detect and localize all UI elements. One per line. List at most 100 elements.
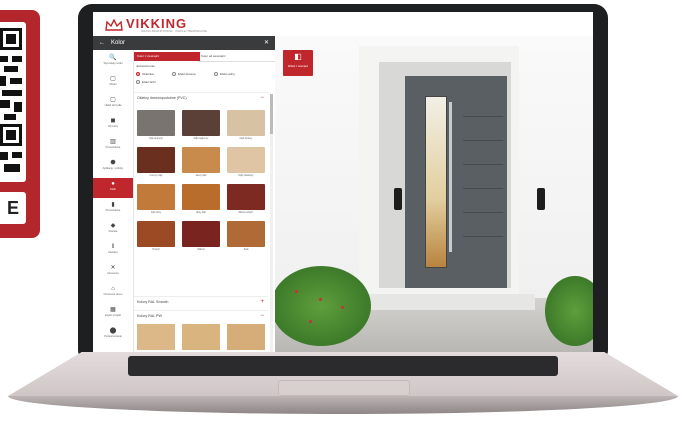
outside-view-button[interactable]: ◧ Widok z zewnątrz (283, 50, 313, 76)
radio-label: Efekt pełny (220, 72, 235, 76)
section-wood-veneers[interactable]: Okleiny drewnopodobne (PVC) − (134, 92, 268, 102)
keyboard (128, 356, 558, 376)
sidebar-icon: ◆ (110, 223, 116, 229)
qr-card: E (0, 10, 40, 238)
sidebar-item[interactable]: ⬣ Aplikacje i ozdoby (93, 157, 133, 177)
swatch-name: Dąb bielony (239, 137, 253, 140)
sidebar-label: Otoczenie domu (103, 293, 123, 296)
swatch-chip[interactable] (227, 110, 265, 136)
sidebar-icon: ▢ (110, 97, 116, 103)
color-swatch[interactable]: Dąb bielony (227, 110, 265, 141)
color-swatch[interactable]: Złoty dąb (182, 184, 220, 215)
swatch-chip[interactable] (182, 147, 220, 173)
color-swatch[interactable] (182, 324, 220, 350)
sidebar-label: Aplikacje i ozdoby (102, 167, 124, 170)
laptop-base (8, 352, 678, 418)
door-groove (463, 188, 503, 189)
sidebar-label: Zawiasy (108, 251, 118, 254)
collapse-icon[interactable]: − (260, 93, 264, 103)
sidebar-label: Wyszukaj model (103, 62, 123, 65)
sidebar-item[interactable]: ▢ Model (93, 73, 133, 93)
section-ral-pw[interactable]: Kolory RAL PW − (134, 310, 268, 320)
panel-title: Kolor (111, 40, 126, 46)
sidebar-item[interactable]: ✕ Akcesoria (93, 262, 133, 282)
color-swatch[interactable]: Ciemny dąb (137, 147, 175, 178)
swatch-chip[interactable] (137, 147, 175, 173)
sidebar-item[interactable]: ▮ Przeszklenie (93, 199, 133, 219)
color-options: Kolor z zewnątrz Kolor od wewnątrz Jedno… (134, 50, 275, 352)
door-groove (463, 116, 503, 117)
sidebar-item[interactable]: ◼ Wymiary (93, 115, 133, 135)
radio-full-effect[interactable]: Efekt pełny (214, 71, 235, 77)
sidebar-item[interactable]: ▢ Układ skrzydła (93, 94, 133, 114)
shrub (275, 266, 371, 346)
back-arrow-icon[interactable]: ← (99, 36, 105, 50)
close-icon[interactable]: ✕ (264, 36, 269, 50)
sidebar-item[interactable]: ‖ Zawiasy (93, 241, 133, 261)
door-leaf (405, 76, 507, 288)
flower (341, 306, 344, 309)
swatch-chip[interactable] (227, 184, 265, 210)
color-swatch[interactable] (227, 324, 265, 350)
wall-lamp (537, 188, 545, 210)
outside-view-label: Widok z zewnątrz (287, 65, 309, 68)
color-swatch[interactable]: Jasny dąb (182, 147, 220, 178)
radio-paint-effect[interactable]: Efekt farbi (136, 79, 156, 85)
sidebar-item[interactable]: ▦ Zapisz projekt (93, 304, 133, 324)
sidebar-label: Klamka (108, 230, 118, 233)
panel-header: ← Kolor ✕ (93, 36, 275, 50)
swatch-chip[interactable] (182, 221, 220, 247)
color-swatch[interactable]: Orzech (137, 221, 175, 252)
scrollbar-thumb[interactable] (270, 94, 273, 134)
sidebar-item[interactable]: ⬤ Podsumowanie (93, 325, 133, 345)
swatch-name: Dąb bagienny (193, 137, 209, 140)
qr-code (0, 22, 26, 182)
sidebar-label: Przeszklenie (105, 146, 121, 149)
radio-wood-effect[interactable]: Efekt drewna (172, 71, 196, 77)
color-swatch[interactable]: Mahoń (182, 221, 220, 252)
flower (319, 298, 322, 301)
swatch-chip[interactable] (227, 221, 265, 247)
swatch-chip[interactable] (137, 221, 175, 247)
sidebar-label: Podsumowanie (104, 335, 122, 338)
tab-inside-color[interactable]: Kolor od wewnątrz (198, 52, 275, 62)
sidebar-item[interactable]: ● Kolor (93, 178, 133, 198)
swatch-chip[interactable] (227, 147, 265, 173)
color-swatch[interactable]: Teak (227, 221, 265, 252)
color-swatch[interactable]: Dąb bagienny (182, 110, 220, 141)
section-title: Okleiny drewnopodobne (PVC) (137, 96, 187, 100)
sidebar-icon: ⌂ (111, 286, 115, 292)
color-swatch[interactable]: Dąb piaskowy (227, 147, 265, 178)
sidebar-item[interactable]: ⌂ Otoczenie domu (93, 283, 133, 303)
app-header: VIKKING DRZWI ZEWNĘTRZNE · CIEPŁE I BEZP… (93, 12, 593, 37)
swatch-chip[interactable] (137, 184, 175, 210)
color-swatch[interactable]: Wiśnia szlach. (227, 184, 265, 215)
expand-icon[interactable]: + (260, 297, 264, 307)
color-swatch[interactable]: Dąb antracyt (137, 110, 175, 141)
color-swatch[interactable]: Dąb złoty (137, 184, 175, 215)
sidebar-item[interactable]: ▥ Przeszklenie (93, 136, 133, 156)
sidebar-icon: ✕ (110, 265, 116, 271)
qr-label: E (0, 192, 26, 224)
collapse-icon[interactable]: − (260, 311, 264, 321)
sidebar-icon: 🔍 (109, 55, 117, 61)
section-ral-smooth[interactable]: Kolory RAL Smooth + (134, 296, 268, 306)
sidebar-item[interactable]: 🔍 Wyszukaj model (93, 52, 133, 72)
sidebar-icon: ▦ (110, 307, 116, 313)
flower (295, 290, 298, 293)
sidebar-item[interactable]: ◆ Klamka (93, 220, 133, 240)
swatch-name: Orzech (152, 248, 160, 251)
panel-scrollbar[interactable] (270, 94, 273, 352)
sidebar-label: Akcesoria (107, 272, 119, 275)
swatch-name: Dąb złoty (151, 211, 161, 214)
radio-veneer[interactable]: Okleinka (136, 71, 154, 77)
tab-outside-color[interactable]: Kolor z zewnątrz (134, 52, 200, 61)
sidebar-label: Zapisz projekt (104, 314, 122, 317)
swatch-chip[interactable] (182, 110, 220, 136)
swatch-name: Złoty dąb (196, 211, 206, 214)
color-swatch[interactable] (137, 324, 175, 350)
swatch-chip[interactable] (182, 184, 220, 210)
swatch-name: Teak (243, 248, 249, 251)
swatch-name: Dąb antracyt (149, 137, 163, 140)
swatch-chip[interactable] (137, 110, 175, 136)
